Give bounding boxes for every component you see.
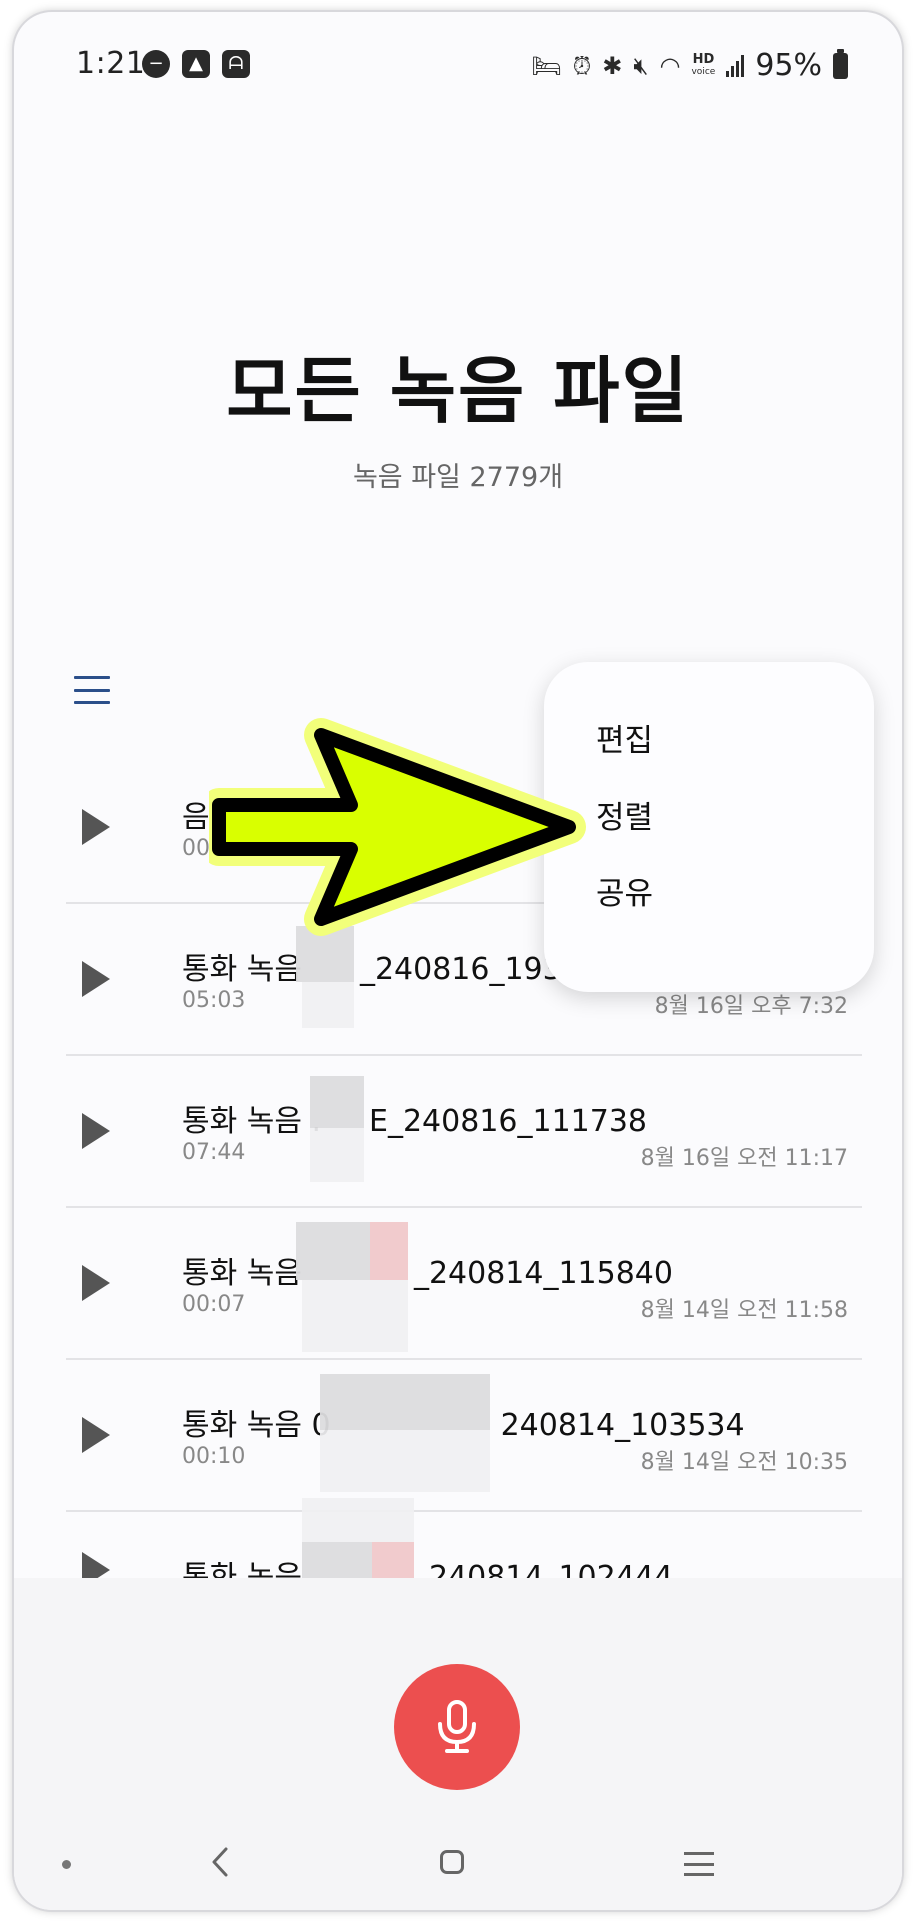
recording-date: 8월 14일 오전 10:35 — [640, 1450, 848, 1475]
signal-icon — [726, 54, 745, 77]
battery-percent: 95% — [755, 48, 822, 83]
status-left-icons: − ▲ ᗩ — [142, 50, 250, 78]
status-right-icons: 🛏︎ ⏰︎ ✱ 🔇︎ ◠ HD voice 95% — [531, 48, 848, 83]
hd-voice-icon: HD voice — [691, 51, 716, 77]
menu-item-sort[interactable]: 정렬 — [596, 792, 653, 837]
redaction-blur — [302, 1498, 414, 1542]
menu-item-edit[interactable]: 편집 — [596, 715, 653, 760]
hamburger-menu-icon[interactable] — [74, 672, 110, 708]
gallery-icon: ▲ — [182, 50, 210, 78]
back-icon[interactable] — [208, 1846, 232, 1878]
header: 모든 녹음 파일 녹음 파일 2779개 — [14, 332, 902, 494]
recording-duration: 00:07 — [182, 1292, 246, 1317]
play-icon[interactable] — [82, 961, 110, 997]
recording-duration: 05:03 — [182, 988, 246, 1013]
list-item[interactable]: 통화 녹음 _240814_115840 00:07 8월 14일 오전 11:5… — [66, 1208, 862, 1360]
redaction-blur — [310, 1076, 364, 1128]
redaction-blur — [320, 1374, 490, 1430]
redaction-blur — [296, 1222, 370, 1280]
wifi-icon: ◠ — [659, 51, 681, 80]
status-bar: 1:21 − ▲ ᗩ 🛏︎ ⏰︎ ✱ 🔇︎ ◠ HD voice 95% — [14, 12, 902, 122]
page-title: 모든 녹음 파일 — [226, 349, 690, 433]
annotation-arrow-icon — [209, 718, 586, 936]
app-notification-icon: ᗩ — [222, 50, 250, 78]
recording-name: 통화 녹음 . E_240816_111738 — [182, 1104, 648, 1139]
redaction-blur — [320, 1430, 490, 1492]
battery-icon — [833, 48, 848, 79]
microphone-icon — [438, 1700, 476, 1753]
list-item[interactable]: 통화 녹음 0 240814_103534 00:10 8월 14일 오전 10:… — [66, 1360, 862, 1512]
recording-date: 8월 16일 오후 7:32 — [654, 994, 848, 1019]
recording-name: 통화 녹음 _240814_115840 — [182, 1256, 673, 1291]
recents-icon[interactable] — [684, 1852, 714, 1876]
play-icon[interactable] — [82, 1417, 110, 1453]
record-button[interactable] — [394, 1664, 520, 1790]
alarm-icon: ⏰︎ — [572, 51, 592, 80]
redaction-blur — [302, 1280, 408, 1352]
play-icon[interactable] — [82, 1265, 110, 1301]
sleep-mode-icon: 🛏︎ — [531, 51, 562, 80]
recording-date: 8월 14일 오전 11:58 — [640, 1298, 848, 1323]
list-item[interactable]: 통화 녹음 . E_240816_111738 07:44 8월 16일 오전 1… — [66, 1056, 862, 1208]
home-icon[interactable] — [440, 1850, 464, 1874]
redaction-blur — [370, 1222, 408, 1280]
nav-dot-icon — [62, 1860, 71, 1869]
redaction-blur — [310, 1128, 364, 1182]
play-icon[interactable] — [82, 809, 110, 845]
file-count: 녹음 파일 2779개 — [352, 462, 564, 493]
bluetooth-icon: ✱ — [602, 51, 623, 80]
menu-item-share[interactable]: 공유 — [596, 868, 653, 913]
recording-name: 통화 녹음 _240816_1932 — [182, 952, 581, 987]
recording-duration: 00:10 — [182, 1444, 246, 1469]
redaction-blur — [302, 982, 354, 1028]
mute-icon: 🔇︎ — [633, 51, 649, 80]
recording-duration: 07:44 — [182, 1140, 246, 1165]
phone-screen: 1:21 − ▲ ᗩ 🛏︎ ⏰︎ ✱ 🔇︎ ◠ HD voice 95% 모든 … — [14, 12, 902, 1910]
overflow-menu: 편집 정렬 공유 — [544, 662, 874, 992]
recording-date: 8월 16일 오전 11:17 — [640, 1146, 848, 1171]
navigation-bar — [14, 1824, 902, 1904]
play-icon[interactable] — [82, 1113, 110, 1149]
status-time: 1:21 — [76, 46, 146, 81]
do-not-disturb-icon: − — [142, 50, 170, 78]
